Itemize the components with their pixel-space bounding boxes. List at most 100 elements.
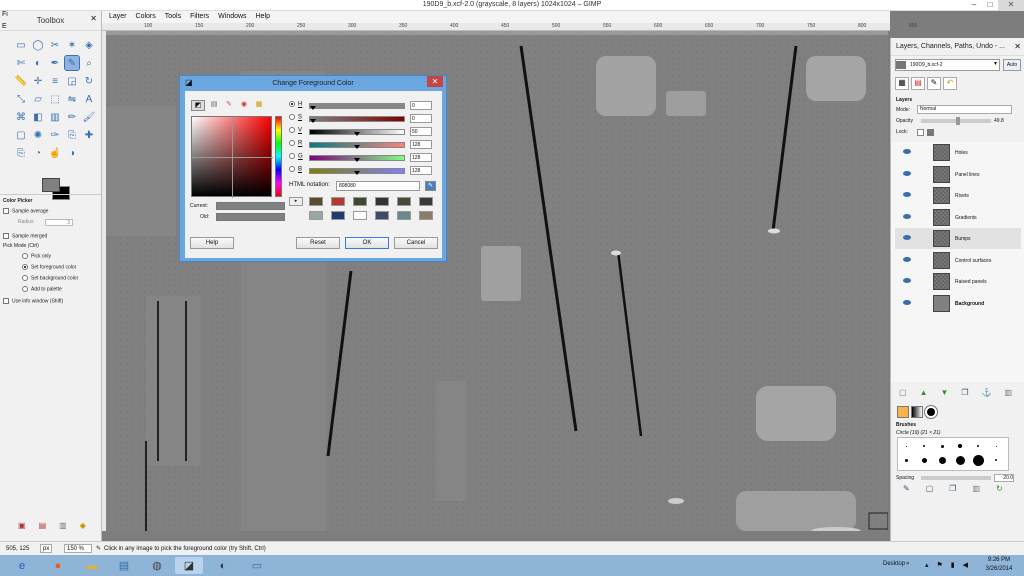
channel-slider-b[interactable] bbox=[309, 168, 405, 175]
brush-preview[interactable] bbox=[955, 455, 965, 465]
channel-radio-g[interactable] bbox=[289, 153, 295, 159]
visibility-eye-icon[interactable] bbox=[903, 256, 911, 262]
foreground-color-swatch[interactable] bbox=[42, 178, 60, 192]
radius-input[interactable]: 3 bbox=[45, 219, 73, 226]
cage-tool-icon[interactable]: ⌘ bbox=[14, 110, 28, 124]
dock-close-icon[interactable]: ✕ bbox=[1014, 42, 1021, 51]
minimize-button[interactable]: – bbox=[966, 0, 982, 11]
move-tool-icon[interactable]: ✛ bbox=[31, 74, 45, 88]
visibility-eye-icon[interactable] bbox=[903, 235, 911, 240]
horizontal-ruler[interactable]: 100 150 200 250 300 350 400 450 500 550 600 650 700 7… bbox=[102, 23, 917, 31]
menu-filters[interactable]: Filters bbox=[190, 11, 209, 23]
rotate-tool-icon[interactable]: ↻ bbox=[82, 74, 96, 88]
layer-row[interactable]: Holes bbox=[895, 142, 1021, 163]
channel-slider-h[interactable] bbox=[309, 103, 405, 110]
volume-icon[interactable]: ◀ bbox=[963, 561, 968, 569]
bucket-fill-tool-icon[interactable]: ◧ bbox=[31, 110, 45, 124]
smudge-tool-icon[interactable]: ☝ bbox=[48, 146, 62, 160]
gimp-selector-icon[interactable]: ◩ bbox=[191, 100, 205, 111]
delete-layer-icon[interactable]: ▥ bbox=[1005, 388, 1013, 397]
brush-preview[interactable] bbox=[923, 445, 925, 447]
delete-brush-icon[interactable]: ▥ bbox=[972, 484, 980, 493]
eyedropper-icon[interactable]: ✎ bbox=[425, 181, 436, 191]
delete-options-icon[interactable]: ▥ bbox=[59, 521, 67, 530]
channel-slider-g[interactable] bbox=[309, 155, 405, 162]
channel-slider-r[interactable] bbox=[309, 142, 405, 149]
eraser-tool-icon[interactable]: ▢ bbox=[14, 128, 28, 142]
heal-tool-icon[interactable]: ✚ bbox=[82, 128, 96, 142]
layer-name[interactable]: Holes bbox=[955, 150, 968, 156]
channels-tab-icon[interactable]: ▤ bbox=[911, 77, 925, 90]
brushes-grid[interactable] bbox=[897, 437, 1009, 471]
brush-preview[interactable] bbox=[905, 445, 907, 447]
zoom-dropdown[interactable]: 150 % bbox=[64, 544, 92, 553]
maximize-button[interactable]: □ bbox=[982, 0, 998, 11]
set-bg-radio[interactable] bbox=[22, 275, 28, 281]
channel-slider-v[interactable] bbox=[309, 129, 405, 136]
sample-average-checkbox[interactable] bbox=[3, 208, 9, 214]
channel-radio-h[interactable] bbox=[289, 101, 295, 107]
watercolor-selector-icon[interactable]: ✎ bbox=[223, 100, 235, 111]
menu-tools[interactable]: Tools bbox=[165, 11, 181, 23]
lock-pixels-checkbox[interactable] bbox=[917, 129, 924, 136]
clone-tool-icon[interactable]: ⎘ bbox=[65, 128, 79, 142]
visibility-eye-icon[interactable] bbox=[903, 192, 911, 197]
desktop-chevron-icon[interactable]: » bbox=[906, 561, 909, 567]
history-color-swatch[interactable] bbox=[397, 211, 411, 220]
layer-name[interactable]: Background bbox=[955, 301, 984, 307]
fuzzy-select-tool-icon[interactable]: ✶ bbox=[65, 38, 79, 52]
explorer-icon[interactable]: ▬ bbox=[78, 557, 106, 574]
layer-name[interactable]: Bumps bbox=[955, 236, 971, 242]
select-by-color-tool-icon[interactable]: ◈ bbox=[82, 38, 96, 52]
text-tool-icon[interactable]: A bbox=[82, 92, 96, 106]
menu-layer[interactable]: Layer bbox=[109, 11, 127, 23]
new-brush-icon[interactable]: ▢ bbox=[926, 484, 934, 493]
visibility-eye-icon[interactable] bbox=[903, 278, 911, 283]
channel-radio-s[interactable] bbox=[289, 114, 295, 120]
sample-merged-checkbox[interactable] bbox=[3, 233, 9, 239]
scale-tool-icon[interactable]: ⤡ bbox=[14, 92, 28, 106]
zoom-tool-icon[interactable]: ⌕ bbox=[82, 56, 96, 70]
toolbox-close-icon[interactable]: ✕ bbox=[90, 14, 97, 23]
brush-preview[interactable] bbox=[995, 459, 997, 461]
channel-value-h[interactable]: 0 bbox=[410, 101, 432, 110]
reset-options-icon[interactable]: ◆ bbox=[80, 521, 86, 530]
firefox-icon[interactable]: ● bbox=[44, 557, 72, 574]
spacing-slider[interactable] bbox=[921, 476, 991, 480]
scissors-tool-icon[interactable]: ✄ bbox=[14, 56, 28, 70]
menu-help[interactable]: Help bbox=[256, 11, 270, 23]
set-fg-radio[interactable] bbox=[22, 264, 28, 270]
lock-alpha-icon[interactable] bbox=[927, 129, 934, 136]
raise-layer-icon[interactable]: ▲ bbox=[920, 388, 928, 397]
brush-preview[interactable] bbox=[921, 457, 927, 463]
brush-preview[interactable] bbox=[938, 456, 946, 464]
refresh-brushes-icon[interactable]: ↻ bbox=[996, 484, 1003, 493]
perspective-tool-icon[interactable]: ⬚ bbox=[48, 92, 62, 106]
mode-dropdown[interactable]: Normal bbox=[917, 105, 1012, 114]
dialog-close-button[interactable]: ✕ bbox=[427, 76, 443, 87]
opacity-value[interactable]: 49.8 bbox=[994, 118, 1004, 124]
dodge-burn-tool-icon[interactable]: ◑ bbox=[65, 146, 79, 160]
layers-tab-icon[interactable]: ▦ bbox=[895, 77, 909, 90]
palette-selector-icon[interactable]: ▦ bbox=[253, 100, 265, 111]
undo-tab-icon[interactable]: ↶ bbox=[943, 77, 957, 90]
channel-slider-s[interactable] bbox=[309, 116, 405, 123]
visibility-eye-icon[interactable] bbox=[903, 213, 911, 219]
duplicate-brush-icon[interactable]: ❐ bbox=[949, 484, 956, 493]
tray-up-icon[interactable]: ▴ bbox=[925, 561, 929, 569]
cmyk-selector-icon[interactable]: ▤ bbox=[208, 100, 220, 111]
lower-layer-icon[interactable]: ▼ bbox=[940, 388, 948, 397]
channel-value-s[interactable]: 0 bbox=[410, 114, 432, 123]
network-icon[interactable]: ▮ bbox=[951, 561, 955, 569]
fg-bg-colors[interactable] bbox=[42, 178, 72, 202]
pick-only-radio[interactable] bbox=[22, 253, 28, 259]
brush-preview[interactable] bbox=[904, 458, 908, 462]
layer-name[interactable]: Raised panels bbox=[955, 279, 987, 285]
gimp-taskbar-icon[interactable]: ◪ bbox=[175, 557, 203, 574]
visibility-eye-icon[interactable] bbox=[903, 170, 911, 176]
history-color-swatch[interactable] bbox=[353, 211, 367, 220]
app-icon[interactable]: ◍ bbox=[143, 557, 171, 574]
layer-row[interactable]: Rivets bbox=[895, 185, 1021, 206]
clock-date[interactable]: 3/26/2014 bbox=[981, 566, 1017, 572]
layer-row[interactable]: Gradients bbox=[895, 207, 1021, 228]
